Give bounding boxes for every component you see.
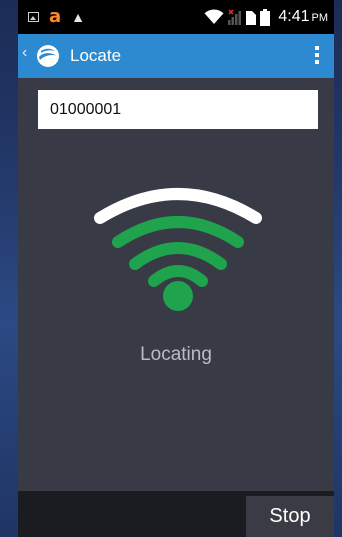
amazon-icon: a [49, 6, 62, 27]
battery-icon [260, 8, 271, 26]
warning-icon: ▲ [71, 9, 86, 25]
signal-arc-small [148, 265, 208, 287]
wifi-icon [204, 9, 224, 24]
locating-status-text: Locating [140, 344, 212, 365]
signal-arc-top [94, 188, 262, 224]
clock-time: 4:41 [278, 8, 310, 25]
status-bar: a ▲ 4:41 PM [18, 0, 334, 34]
status-clock: 4:41 PM [278, 8, 328, 26]
locating-signal-icon [94, 188, 262, 311]
signal-arc-large [112, 216, 244, 248]
app-bar: ‹ Locate [18, 34, 334, 78]
sim-icon [246, 11, 257, 25]
image-icon [28, 12, 39, 22]
clock-ampm: PM [311, 12, 329, 24]
signal-arc-medium [129, 242, 227, 270]
tag-id-input[interactable] [38, 90, 318, 129]
back-chevron-icon[interactable]: ‹ [22, 44, 27, 62]
app-logo-icon[interactable] [36, 44, 60, 68]
overflow-menu-icon[interactable] [314, 46, 320, 66]
stop-button[interactable]: Stop [246, 496, 334, 537]
signal-dot [163, 281, 193, 311]
signal-icon [228, 9, 242, 25]
phone-screen: a ▲ 4:41 PM ‹ Locate 01000001 Locating S… [18, 0, 334, 537]
bottom-bar: Stop [18, 491, 334, 537]
status-bar-indicators: 4:41 PM [204, 7, 328, 27]
status-bar-notifications: a ▲ [28, 7, 85, 27]
page-title: Locate [70, 46, 122, 65]
